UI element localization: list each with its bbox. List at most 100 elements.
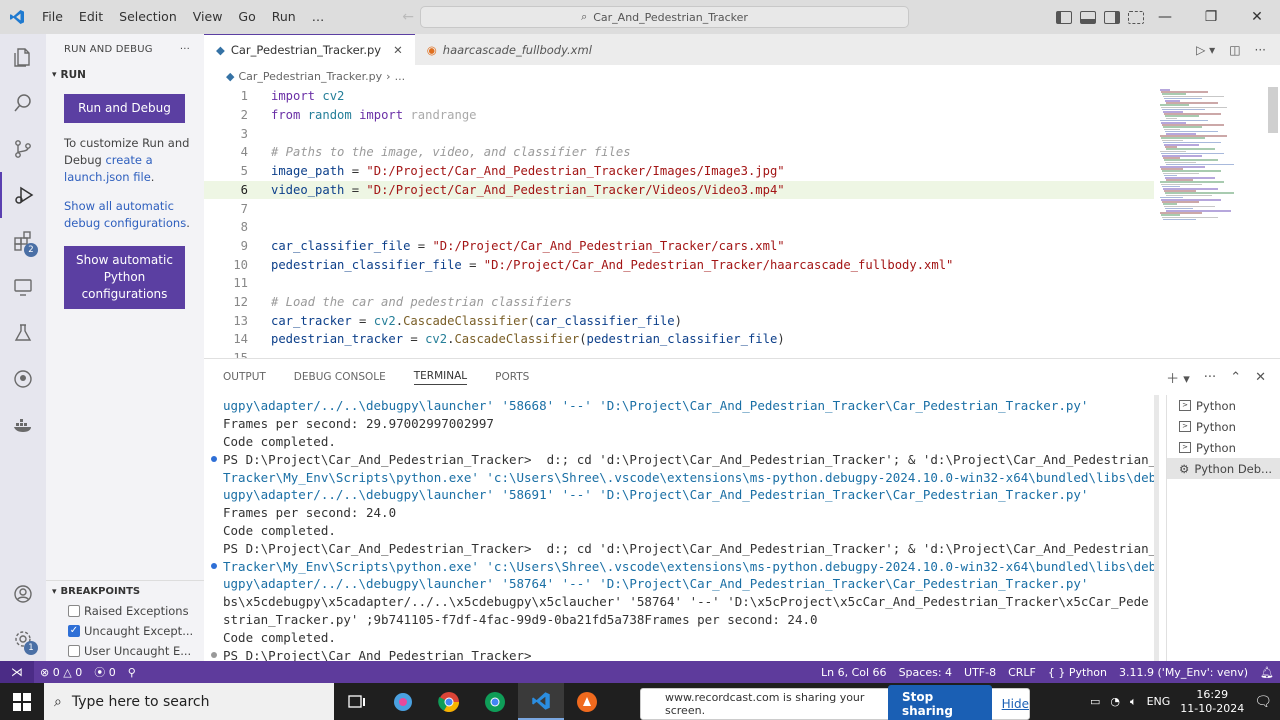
ports-indicator[interactable]: ⦿ 0 [88,664,122,680]
breakpoints-header[interactable]: ▾ BREAKPOINTS [46,580,204,602]
tab-output[interactable]: OUTPUT [223,371,266,383]
code-line[interactable]: 5 image_path = "D:/Project/Car_And_Pedest… [204,162,1154,181]
code-line[interactable]: 8 [204,218,1154,237]
checkbox-user-uncaught[interactable] [68,645,80,657]
run-and-debug-button[interactable]: Run and Debug [64,94,185,123]
line-endings[interactable]: CRLF [1002,666,1042,679]
more-actions-icon[interactable]: ··· [1255,43,1266,57]
close-window-icon[interactable]: ✕ [1234,0,1280,34]
minimap[interactable] [1160,87,1260,358]
menu-selection[interactable]: Selection [111,0,185,34]
chrome-icon[interactable] [426,683,472,720]
command-decoration-icon[interactable] [211,456,217,463]
command-decoration-icon[interactable] [211,652,217,659]
python-interpreter[interactable]: 3.11.9 ('My_Env': venv) [1113,666,1254,679]
code-line[interactable]: 6 video_path = "D:/Project/Car_And_Pedest… [204,180,1154,200]
run-python-file-icon[interactable]: ▷ ▾ [1196,43,1215,57]
code-line[interactable]: 11 [204,274,1154,293]
docker-icon[interactable] [0,402,46,448]
close-panel-icon[interactable]: ✕ [1255,370,1266,385]
tab-haarcascade[interactable]: ◉ haarcascade_fullbody.xml [415,34,604,65]
breakpoint-uncaught-exceptions[interactable]: ✓ Uncaught Except... [68,621,193,641]
code-line[interactable]: 9 car_classifier_file = "D:/Project/Car_A… [204,237,1154,256]
tab-terminal[interactable]: TERMINAL [413,370,468,385]
restore-icon[interactable]: ❐ [1188,0,1234,34]
debug-status-icon[interactable]: ⚲ [122,666,142,679]
stop-sharing-button[interactable]: Stop sharing [887,685,992,720]
network-icon[interactable]: ◔ [1110,695,1120,708]
testing-icon[interactable] [0,310,46,356]
toggle-panel-icon[interactable] [1080,10,1096,24]
terminal-output[interactable]: ugpy\adapter/../..\debugpy\launcher' '58… [204,395,1154,662]
battery-icon[interactable]: ▭ [1090,695,1100,708]
manage-gear-icon[interactable]: 1 [0,616,46,662]
cursor-position[interactable]: Ln 6, Col 66 [815,666,893,679]
code-line[interactable]: 12 # Load the car and pedestrian classifi… [204,293,1154,312]
task-view-icon[interactable] [334,683,380,720]
code-line[interactable]: 10 pedestrian_classifier_file = "D:/Proje… [204,255,1154,274]
menu-file[interactable]: File [34,0,71,34]
show-all-configs-link[interactable]: Show all automatic debug configurations [64,199,186,230]
problems-indicator[interactable]: ⊗ 0 △ 0 [34,666,88,679]
terminal-list-item[interactable]: > Python [1167,437,1280,458]
code-line[interactable]: 13 car_tracker = cv2.CascadeClassifier(ca… [204,311,1154,330]
checkbox-uncaught-exceptions[interactable]: ✓ [68,625,80,637]
terminal-scrollbar[interactable] [1154,395,1159,662]
split-editor-icon[interactable]: ◫ [1229,43,1240,57]
command-center[interactable]: ⌕ Car_And_Pedestrian_Tracker [420,6,909,28]
breadcrumb-file[interactable]: Car_Pedestrian_Tracker.py [238,70,382,83]
menu-view[interactable]: View [185,0,231,34]
chrome-profile-icon[interactable] [472,683,518,720]
language-mode[interactable]: { } Python [1042,666,1113,679]
toggle-primary-sidebar-icon[interactable] [1056,10,1072,24]
code-line[interactable]: 2 from random import randrange [204,106,1154,125]
remote-indicator-icon[interactable]: ⋊ [0,661,34,683]
tab-car-pedestrian-tracker[interactable]: ◆ Car_Pedestrian_Tracker.py ✕ [204,34,415,65]
windows-start-icon[interactable] [0,683,44,720]
hide-link[interactable]: Hide [1002,697,1029,711]
close-tab-icon[interactable]: ✕ [393,43,403,57]
code-line[interactable]: 15 [204,349,1154,358]
explorer-icon[interactable] [0,34,46,80]
editor-scrollbar[interactable] [1268,87,1278,133]
back-arrow-icon[interactable]: ← [402,9,414,25]
code-line[interactable]: 14 pedestrian_tracker = cv2.CascadeClassi… [204,330,1154,349]
taskbar-search-box[interactable]: ⌕ Type here to search [44,683,334,720]
accounts-icon[interactable] [0,571,46,617]
new-terminal-icon[interactable]: ＋ ▾ [1166,368,1190,387]
breakpoint-raised-exceptions[interactable]: Raised Exceptions [68,601,189,621]
source-control-icon[interactable] [0,126,46,172]
code-editor[interactable]: 1 import cv2 2 from random import randrange… [204,87,1280,358]
encoding[interactable]: UTF-8 [958,666,1002,679]
vscode-taskbar-icon[interactable] [518,683,564,720]
menu-edit[interactable]: Edit [71,0,111,34]
remote-explorer-icon[interactable] [0,264,46,310]
recorder-app-icon[interactable] [564,683,610,720]
run-section-header[interactable]: ▾ RUN [46,64,204,86]
language-indicator[interactable]: ENG [1147,695,1171,708]
command-decoration-icon[interactable] [211,563,217,570]
terminal-list-item[interactable]: > Python [1167,395,1280,416]
menu-run[interactable]: Run [264,0,304,34]
tab-ports[interactable]: PORTS [495,371,529,383]
checkbox-raised-exceptions[interactable] [68,605,80,617]
indentation[interactable]: Spaces: 4 [893,666,958,679]
tab-debug-console[interactable]: DEBUG CONSOLE [294,371,386,383]
terminal-list-item[interactable]: ⚙ Python Deb... [1167,458,1280,479]
more-actions-icon[interactable]: ··· [180,44,190,55]
breadcrumb-more[interactable]: ... [395,70,406,83]
code-line[interactable]: 7 [204,199,1154,218]
clock[interactable]: 16:29 11-10-2024 [1180,688,1244,716]
run-and-debug-icon[interactable] [0,172,46,218]
code-line[interactable]: 1 import cv2 [204,87,1154,106]
code-line[interactable]: 4 # Paths to the image, video, and classi… [204,143,1154,162]
copilot-icon[interactable] [380,683,426,720]
notification-center-icon[interactable]: 🗨︎ [1254,694,1272,710]
volume-icon[interactable]: 🔈︎ [1130,695,1137,709]
search-icon[interactable] [0,80,46,126]
more-actions-icon[interactable]: ··· [1204,370,1216,385]
terminal-list-item[interactable]: > Python [1167,416,1280,437]
show-python-configs-button[interactable]: Show automatic Python configurations [64,246,185,309]
github-icon[interactable] [0,356,46,402]
menu-go[interactable]: Go [230,0,263,34]
